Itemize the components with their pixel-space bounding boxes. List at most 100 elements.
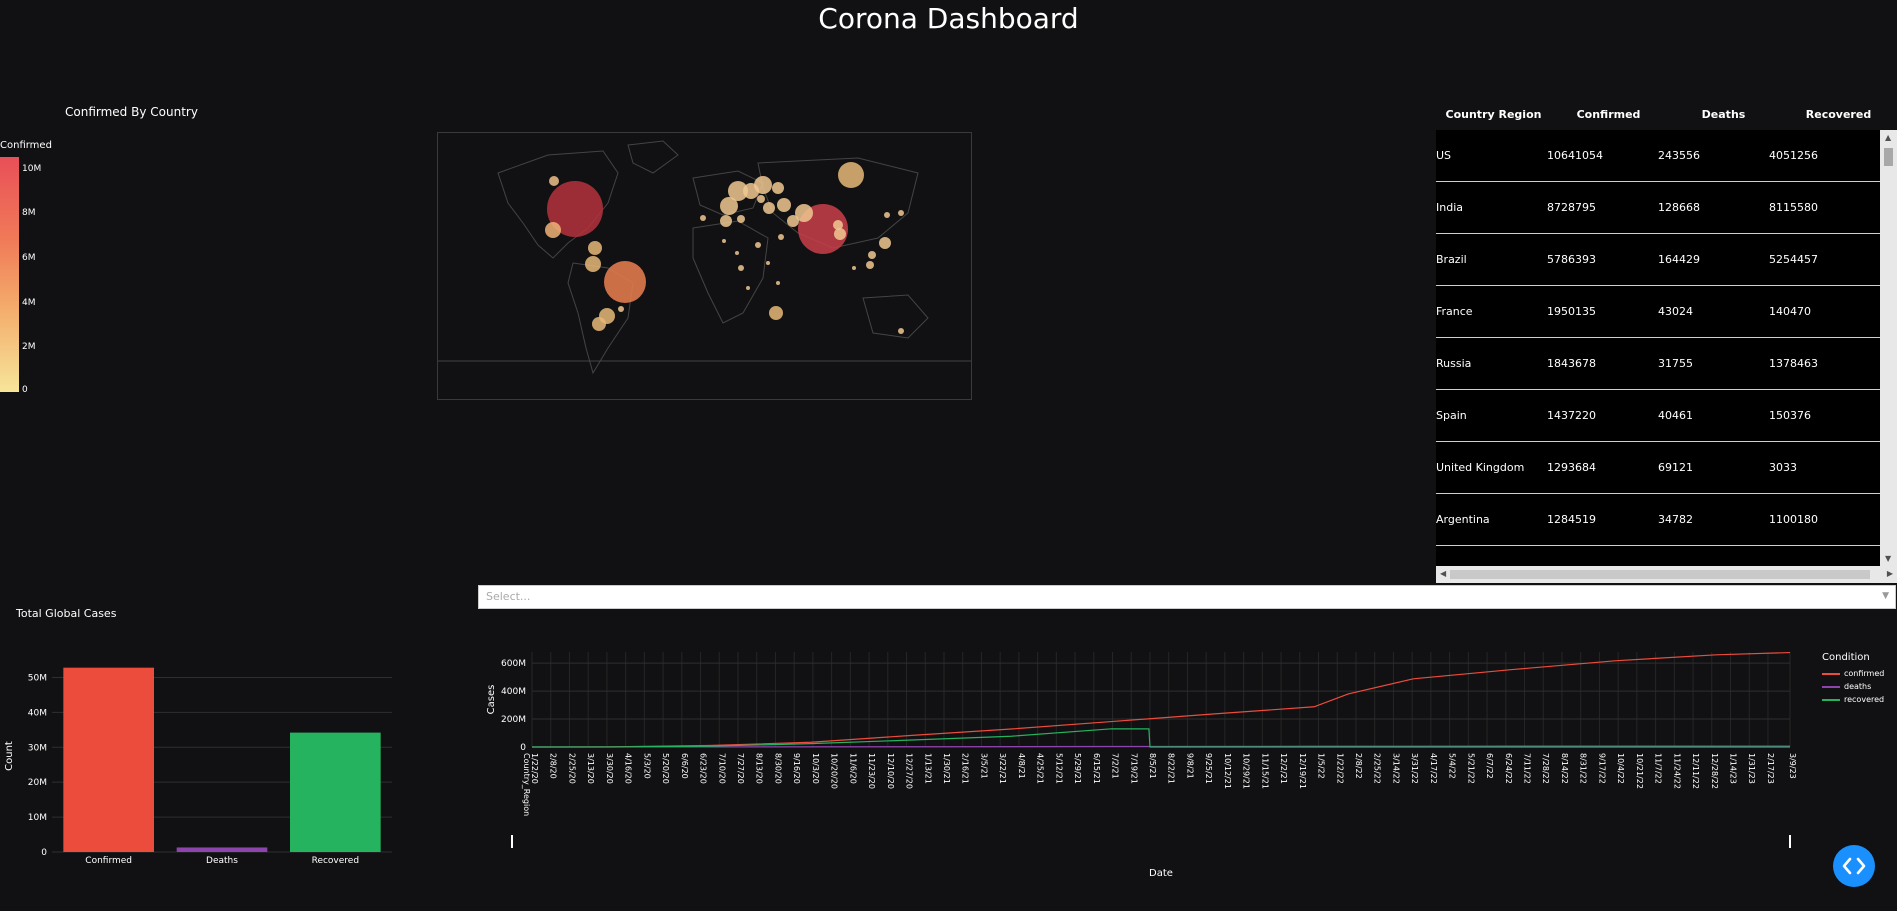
colorbar: 10M 8M 6M 4M 2M 0 — [0, 157, 41, 395]
table-cell: 140470 — [1769, 305, 1811, 318]
legend-item[interactable]: confirmed — [1822, 667, 1892, 680]
y-tick-label: 20M — [28, 778, 47, 788]
table-cell: 1378463 — [1769, 357, 1818, 370]
map-bubble[interactable] — [549, 176, 559, 186]
map-bubble[interactable] — [769, 306, 783, 320]
map-bubble[interactable] — [585, 256, 601, 272]
table-row[interactable]: Brazil 5786393 164429 5254457 — [1436, 234, 1880, 286]
map-bubble[interactable] — [834, 228, 846, 240]
map-bubble[interactable] — [772, 182, 784, 194]
x-tick-label: 10/21/22 — [1635, 753, 1644, 789]
x-tick-label: 1/31/23 — [1747, 753, 1756, 784]
map-bubble[interactable] — [720, 197, 738, 215]
scroll-thumb[interactable] — [1450, 570, 1870, 579]
x-tick-label: 4/16/20 — [624, 753, 633, 784]
map-bubble[interactable] — [757, 195, 765, 203]
table-cell: 5254457 — [1769, 253, 1818, 266]
map-bubble[interactable] — [787, 215, 799, 227]
column-header[interactable]: Country Region — [1436, 96, 1551, 132]
map-bubble[interactable] — [879, 237, 891, 249]
scroll-left-icon[interactable]: ◀ — [1440, 569, 1446, 578]
table-cell: 1950135 — [1547, 305, 1596, 318]
scroll-right-icon[interactable]: ▶ — [1887, 569, 1893, 578]
table-row[interactable]: Argentina 1284519 34782 1100180 — [1436, 494, 1880, 546]
dropdown-placeholder: Select... — [486, 590, 531, 603]
page-title: Corona Dashboard — [818, 2, 1079, 35]
map-bubble[interactable] — [776, 281, 780, 285]
table-row[interactable]: United Kingdom 1293684 69121 3033 — [1436, 442, 1880, 494]
x-tick-label: 6/6/20 — [680, 753, 689, 779]
table-row[interactable]: India 8728795 128668 8115580 — [1436, 182, 1880, 234]
map-bubble[interactable] — [898, 210, 904, 216]
table-cell: 128668 — [1658, 201, 1700, 214]
column-header[interactable]: Recovered — [1781, 96, 1896, 132]
map-bubble[interactable] — [738, 265, 744, 271]
map-bubble[interactable] — [720, 215, 732, 227]
table-cell: 1100180 — [1769, 513, 1818, 526]
map-bubble[interactable] — [778, 234, 784, 240]
y-tick-label: 200M — [501, 715, 526, 725]
map-bubble[interactable] — [898, 328, 904, 334]
x-tick-label: 2/8/20 — [549, 753, 558, 779]
scroll-thumb[interactable] — [1884, 148, 1893, 166]
legend-item[interactable]: recovered — [1822, 693, 1892, 706]
chevron-down-icon[interactable]: ▼ — [1882, 591, 1889, 601]
column-header[interactable]: Confirmed — [1551, 96, 1666, 132]
map-bubble[interactable] — [766, 261, 770, 265]
legend-swatch — [1822, 698, 1840, 701]
map-bubble[interactable] — [754, 176, 772, 194]
map-bubble[interactable] — [755, 242, 761, 248]
table-row[interactable]: Colombia 1174012 33491 1081601 — [1436, 546, 1880, 566]
colorbar-tick: 10M — [22, 164, 42, 174]
x-tick-label: 12/10/20 — [886, 753, 895, 789]
x-tick-label: 11/24/22 — [1672, 753, 1681, 789]
table-row[interactable]: Russia 1843678 31755 1378463 — [1436, 338, 1880, 390]
legend-label: confirmed — [1844, 669, 1885, 678]
map-bubble[interactable] — [884, 212, 890, 218]
map-bubble[interactable] — [852, 266, 856, 270]
table-horizontal-scrollbar[interactable]: ◀ ▶ — [1436, 566, 1897, 583]
map-bubble[interactable] — [700, 215, 706, 221]
code-toggle-button[interactable] — [1833, 845, 1875, 887]
table-row[interactable]: Spain 1437220 40461 150376 — [1436, 390, 1880, 442]
x-tick-label: 9/16/20 — [792, 753, 801, 784]
map-bubble[interactable] — [737, 215, 745, 223]
map-bubble[interactable] — [763, 202, 775, 214]
table-cell: US — [1436, 149, 1452, 162]
table-row[interactable]: US 10641054 243556 4051256 — [1436, 130, 1880, 182]
legend-item[interactable]: deaths — [1822, 680, 1892, 693]
colorbar-tick: 8M — [22, 208, 36, 218]
map-bubble[interactable] — [746, 286, 750, 290]
map-bubble[interactable] — [722, 239, 726, 243]
scroll-up-icon[interactable]: ▲ — [1885, 133, 1891, 142]
table-vertical-scrollbar[interactable]: ▲ ▼ — [1880, 130, 1897, 566]
table-body[interactable]: US 10641054 243556 4051256 India 8728795… — [1436, 130, 1880, 566]
map-bubble[interactable] — [838, 162, 864, 188]
table-cell: 5786393 — [1547, 253, 1596, 266]
map-bubble[interactable] — [868, 251, 876, 259]
x-tick-label: 3/9/23 — [1788, 753, 1797, 779]
scroll-down-icon[interactable]: ▼ — [1885, 554, 1891, 563]
colorbar-tick: 4M — [22, 298, 36, 308]
y-tick-label: 0 — [520, 743, 526, 753]
table-row[interactable]: France 1950135 43024 140470 — [1436, 286, 1880, 338]
map-bubble[interactable] — [604, 261, 646, 303]
column-header[interactable]: Deaths — [1666, 96, 1781, 132]
x-tick-label: 10/4/22 — [1616, 753, 1625, 784]
map-bubble[interactable] — [592, 317, 606, 331]
map-bubble[interactable] — [545, 222, 561, 238]
table-cell: 10641054 — [1547, 149, 1603, 162]
x-tick-label: 2/8/22 — [1354, 753, 1363, 779]
map-bubble[interactable] — [866, 261, 874, 269]
country-select-dropdown[interactable]: Select... ▼ — [478, 585, 1896, 609]
x-tick-label: 6/24/22 — [1504, 753, 1513, 784]
map-bubble[interactable] — [618, 306, 624, 312]
map-bubble[interactable] — [735, 251, 739, 255]
map-bubble[interactable] — [588, 241, 602, 255]
table-cell: Argentina — [1436, 513, 1490, 526]
map-bubble[interactable] — [777, 198, 791, 212]
x-tick-label: Recovered — [312, 856, 359, 866]
world-map[interactable] — [437, 132, 972, 400]
bar-chart-title: Total Global Cases — [16, 607, 117, 620]
table-cell: France — [1436, 305, 1473, 318]
